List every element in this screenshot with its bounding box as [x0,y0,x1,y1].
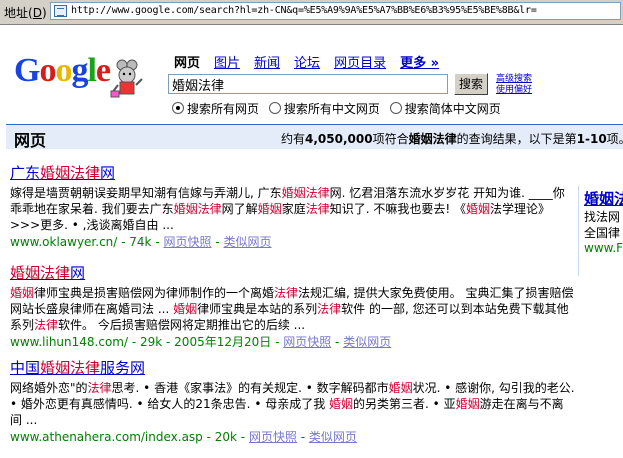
snippet-text: 思考. • 香港《家事法》的有关规定. • 数字解码都市 [111,381,389,395]
search-result: 婚姻法律网 婚姻律师宝典是损害赔偿网为律师制作的一个离婚法律法规汇编, 提供大家… [10,262,575,350]
search-tabs: 网页 图片 新闻 论坛 网页目录 更多 » [174,52,453,71]
search-result: 中国婚姻法律服务网 网络婚外恋"的法律思考. • 香港《家事法》的有关规定. •… [10,357,575,445]
highlight-term: 法律 [34,318,59,332]
snippet-text: 律师宝典是本站的系列 [197,302,318,316]
snippet-text: 律师宝典是损害赔偿网为律师制作的一个离婚 [34,286,275,300]
result-url: www.oklawyer.cn/ - 74k [10,235,152,249]
highlight-term: 法律 [317,302,342,316]
tab-more[interactable]: 更多 » [400,56,439,71]
google-logo[interactable]: Google [14,52,111,90]
cache-link[interactable]: 网页快照 [283,335,331,349]
search-options: 高级搜索 使用偏好 [496,74,532,96]
snippet-text: 的另类第三者. • 亚 [353,397,456,411]
tab-images[interactable]: 图片 [214,56,240,71]
ad-line: 找法网 [584,210,621,224]
snippet-text: 网络婚外恋"的 [10,381,88,395]
highlight-term: 法律 [274,286,299,300]
advanced-search-link[interactable]: 高级搜索 [496,74,532,85]
result-bar: 网页 约有4,050,000项符合婚姻法律的查询结果，以下是第1-10项。 [6,124,623,150]
result-title-link[interactable]: 广东婚姻法律网 [10,162,575,183]
snippet-text: 网了解 [221,202,258,216]
highlight-term: 婚姻 [329,397,354,411]
search-result: 广东婚姻法律网 嫁得是墙贾朝朝误妾期早知潮有信嫁与弄潮儿, 广东婚姻法律网. 忆… [10,162,575,250]
language-radios: 搜索所有网页 搜索所有中文网页 搜索简体中文网页 [172,100,507,117]
highlight-term: 婚姻法律 [173,202,222,216]
highlight-term: 婚姻法律 [281,186,330,200]
result-title-link[interactable]: 婚姻法律网 [10,262,575,283]
address-field[interactable]: http://www.google.com/search?hl=zh-CN&q=… [50,2,621,20]
radio-button[interactable] [172,102,184,114]
highlight-term: 婚姻 [10,286,35,300]
cache-link[interactable]: 网页快照 [163,235,211,249]
highlight-term: 婚姻 [173,302,198,316]
highlight-term: 婚姻 [465,202,490,216]
snippet-text: 软件。 今后损害赔偿网将定期推出它的后续 ... [58,318,306,332]
sponsored-link[interactable]: 婚姻法 找法网 全国律 www.F [584,188,623,255]
similar-link[interactable]: 类似网页 [343,335,391,349]
result-snippet: 婚姻律师宝典是损害赔偿网为律师制作的一个离婚法律法规汇编, 提供大家免费使用。 … [10,285,575,333]
address-label: 地址(D) [4,6,47,20]
highlight-term: 婚姻 [455,397,480,411]
snippet-text: 家庭 [281,202,306,216]
search-input[interactable] [168,74,448,94]
radio-button[interactable] [389,102,402,114]
result-meta: www.oklawyer.cn/ - 74k - 网页快照 - 类似网页 [10,235,272,249]
highlight-term: 婚姻 [388,381,413,395]
ad-divider [578,186,579,276]
results-heading: 网页 [14,131,47,150]
result-title-link[interactable]: 中国婚姻法律服务网 [10,357,575,378]
result-snippet: 网络婚外恋"的法律思考. • 香港《家事法》的有关规定. • 数字解码都市婚姻状… [10,380,575,428]
doodle-mascot-icon [110,59,143,98]
highlight-term: 婚姻 [257,202,282,216]
ad-line: 全国律 [584,226,621,240]
similar-link[interactable]: 类似网页 [309,430,357,444]
similar-link[interactable]: 类似网页 [223,235,271,249]
result-meta: www.lihun148.com/ - 29k - 2005年12月20日 - … [10,335,392,349]
highlight-term: 法律 [87,381,112,395]
result-url: www.athenahera.com/index.asp - 20k [10,430,237,444]
result-stats: 约有4,050,000项符合婚姻法律的查询结果，以下是第1-10项。 [281,132,623,146]
snippet-text: 嫁得是墙贾朝朝误妾期早知潮有信嫁与弄潮儿, 广东 [10,186,282,200]
preferences-link[interactable]: 使用偏好 [496,85,532,96]
radio-simplified-web[interactable]: 搜索简体中文网页 [389,102,501,116]
page-icon [54,5,67,17]
tab-forums[interactable]: 论坛 [294,56,320,71]
tab-web: 网页 [174,56,201,71]
result-meta: www.athenahera.com/index.asp - 20k - 网页快… [10,430,357,444]
snippet-text: 知识了. 不嘛我也要去! 《 [329,202,466,216]
radio-chinese-web[interactable]: 搜索所有中文网页 [268,102,380,116]
highlight-term: 法律 [305,202,330,216]
address-url[interactable]: http://www.google.com/search?hl=zh-CN&q=… [71,5,537,16]
ad-url: www.F [584,241,623,255]
tab-directory[interactable]: 网页目录 [334,56,386,71]
tab-news[interactable]: 新闻 [254,56,280,71]
ad-title[interactable]: 婚姻法 [584,188,623,209]
address-bar: 地址(D) http://www.google.com/search?hl=zh… [0,0,623,25]
radio-all-web[interactable]: 搜索所有网页 [172,102,259,116]
cache-link[interactable]: 网页快照 [249,430,297,444]
result-url: www.lihun148.com/ - 29k - 2005年12月20日 [10,335,272,349]
radio-button[interactable] [268,102,281,114]
result-snippet: 嫁得是墙贾朝朝误妾期早知潮有信嫁与弄潮儿, 广东婚姻法律网. 忆君泪落东流水岁岁… [10,185,575,233]
search-button[interactable]: 搜索 [454,73,488,95]
